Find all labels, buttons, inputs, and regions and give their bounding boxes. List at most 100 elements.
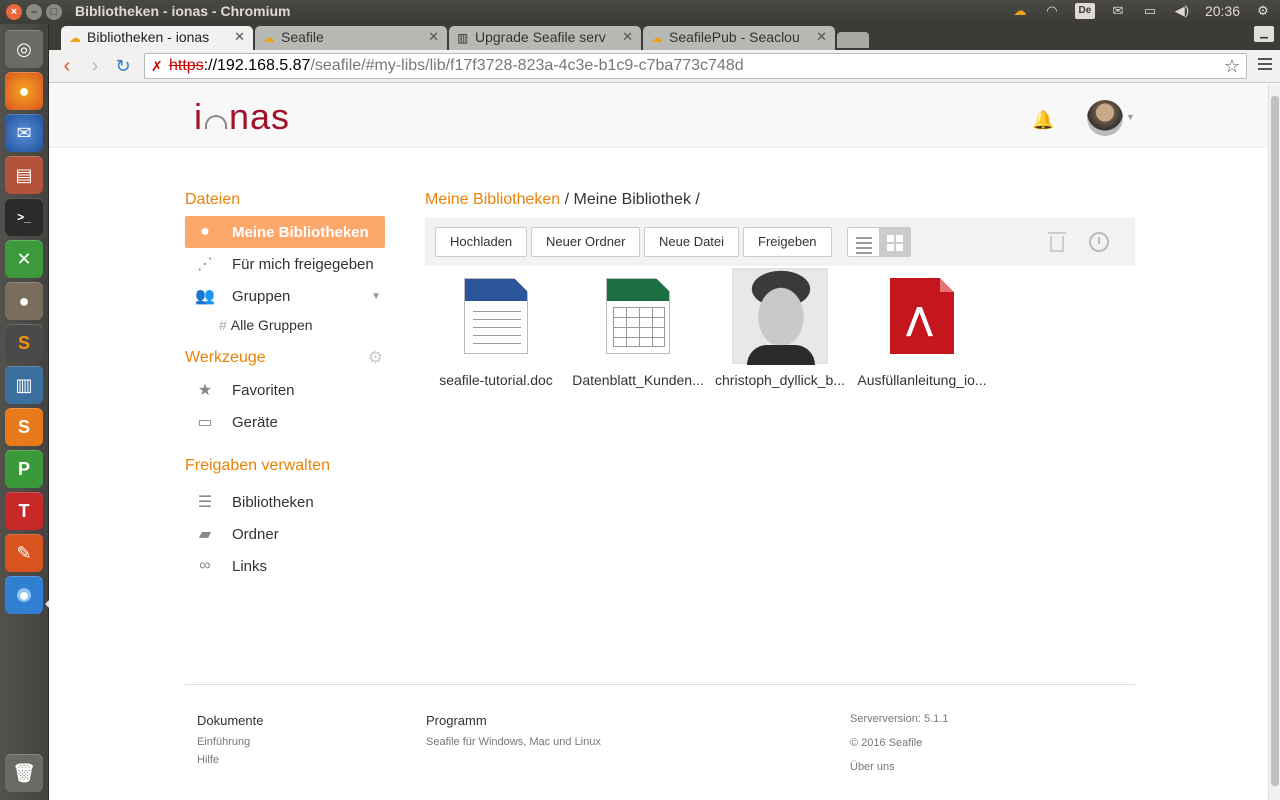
window-controls: × – □ (6, 4, 62, 20)
insecure-lock-icon[interactable]: ✗ (151, 58, 163, 75)
sidebar-heading-tools: Werkzeuge ⚙ (185, 342, 385, 374)
volume-icon[interactable]: ◀) (1173, 3, 1191, 19)
seafile-tray-icon[interactable]: ☁ (1011, 3, 1029, 19)
keyboard-layout-indicator[interactable]: De (1074, 3, 1095, 19)
file-name[interactable]: Ausfüllanleitung_io... (852, 372, 992, 388)
window-title: Bibliotheken - ionas - Chromium (75, 3, 291, 19)
back-button[interactable]: ‹ (55, 55, 79, 79)
xmind-icon[interactable]: ✕ (5, 240, 43, 278)
copyright: © 2016 Seafile (850, 737, 923, 749)
scrollbar-thumb[interactable] (1271, 96, 1279, 786)
spreadsheet-icon[interactable] (590, 268, 686, 364)
window-menu-icon[interactable]: ▁ (1254, 26, 1274, 42)
wifi-icon[interactable]: ◠ (1043, 3, 1061, 19)
tab-seafilepub[interactable]: ☁ SeafilePub - Seaclou ✕ (643, 26, 835, 50)
t-app-icon[interactable]: T (5, 492, 43, 530)
breadcrumb: Meine Bibliotheken / Meine Bibliothek / (425, 191, 700, 208)
new-file-button[interactable]: Neue Datei (644, 227, 740, 257)
page-viewport: i nas 🔔 ▼ Dateien ● Meine Bibliotheken ⋰ … (49, 84, 1268, 800)
sidebar-item-favorites[interactable]: ★ Favoriten (185, 374, 385, 406)
page-scrollbar[interactable] (1268, 84, 1280, 800)
sidebar-item-groups[interactable]: 👥 Gruppen ▼ (185, 280, 385, 312)
ionas-logo[interactable]: i nas (194, 96, 290, 138)
file-item-image[interactable]: christoph_dyllick_b... (710, 268, 850, 388)
close-tab-icon[interactable]: ✕ (234, 29, 245, 45)
tab-upgrade-seafile[interactable]: ▥ Upgrade Seafile serv ✕ (449, 26, 641, 50)
breadcrumb-root-link[interactable]: Meine Bibliotheken (425, 191, 560, 208)
software-center-icon[interactable]: S (5, 408, 43, 446)
footer-info-column: Serverversion: 5.1.1 © 2016 Seafile Über… (850, 713, 948, 779)
tab-bibliotheken[interactable]: ☁ Bibliotheken - ionas ✕ (61, 26, 253, 50)
seafile-favicon-icon: ☁ (263, 31, 275, 45)
gear-icon[interactable]: ⚙ (368, 342, 383, 374)
grid-view-toggle[interactable] (879, 227, 911, 257)
chevron-down-icon[interactable]: ▼ (371, 291, 381, 302)
window-minimize-button[interactable]: – (26, 4, 42, 20)
terminal-icon[interactable]: >_ (5, 198, 43, 236)
mail-icon[interactable]: ✉ (1109, 3, 1127, 19)
close-tab-icon[interactable]: ✕ (816, 29, 827, 45)
file-name[interactable]: christoph_dyllick_b... (710, 372, 850, 388)
browser-menu-icon[interactable] (1258, 58, 1272, 73)
system-top-panel: × – □ Bibliotheken - ionas - Chromium ☁ … (0, 0, 1280, 24)
system-monitor-icon[interactable]: ▥ (5, 366, 43, 404)
forward-button[interactable]: › (83, 55, 107, 79)
file-item-pdf[interactable]: ⋀ Ausfüllanleitung_io... (852, 268, 992, 388)
thunderbird-icon[interactable]: ✉ (5, 114, 43, 152)
files-manager-icon[interactable]: ▤ (5, 156, 43, 194)
window-maximize-button[interactable]: □ (46, 4, 62, 20)
user-avatar[interactable] (1087, 100, 1123, 136)
footer-link-intro[interactable]: Einführung (197, 736, 263, 748)
logo-arc (205, 115, 227, 129)
chevron-down-icon[interactable]: ▼ (1126, 112, 1135, 122)
clock[interactable]: 20:36 (1205, 3, 1240, 19)
photo-thumbnail[interactable] (732, 268, 828, 365)
chromium-icon[interactable]: ● (5, 576, 43, 614)
new-tab-button[interactable] (837, 32, 869, 48)
sidebar-item-share-libraries[interactable]: ☰ Bibliotheken (185, 486, 385, 518)
history-clock-icon[interactable] (1089, 232, 1109, 252)
file-name[interactable]: seafile-tutorial.doc (426, 372, 566, 388)
close-tab-icon[interactable]: ✕ (622, 29, 633, 45)
power-gear-icon[interactable]: ⚙ (1254, 3, 1272, 19)
sidebar-item-share-folders[interactable]: ▰ Ordner (185, 518, 385, 550)
pdf-icon[interactable]: ⋀ (874, 268, 970, 364)
reload-button[interactable]: ↻ (111, 55, 135, 79)
footer-link-clients[interactable]: Seafile für Windows, Mac und Linux (426, 736, 601, 748)
file-name[interactable]: Datenblatt_Kunden... (568, 372, 708, 388)
close-tab-icon[interactable]: ✕ (428, 29, 439, 45)
window-close-button[interactable]: × (6, 4, 22, 20)
footer-link-about[interactable]: Über uns (850, 761, 948, 773)
trash-icon[interactable]: 🗑 (5, 754, 43, 792)
sidebar-item-shared-with-me[interactable]: ⋰ Für mich freigegeben (185, 248, 385, 280)
file-item-xls[interactable]: Datenblatt_Kunden... (568, 268, 708, 388)
sidebar-item-share-links[interactable]: ∞ Links (185, 550, 385, 582)
trash-icon[interactable] (1048, 232, 1066, 252)
tab-strip: ☁ Bibliotheken - ionas ✕ ☁ Seafile ✕ ▥ Upgr… (49, 24, 1280, 50)
bookmark-star-icon[interactable]: ☆ (1224, 56, 1240, 77)
notification-bell-icon[interactable]: 🔔 (1032, 110, 1054, 131)
footer-link-help[interactable]: Hilfe (197, 754, 263, 766)
sublime-text-icon[interactable]: S (5, 324, 43, 362)
gimp-icon[interactable]: ● (5, 282, 43, 320)
footer-program-heading: Programm (426, 713, 487, 728)
site-header: i nas 🔔 ▼ (49, 84, 1268, 148)
firefox-icon[interactable]: ● (5, 72, 43, 110)
tab-seafile[interactable]: ☁ Seafile ✕ (255, 26, 447, 50)
writer-tool-icon[interactable]: ✎ (5, 534, 43, 572)
new-folder-button[interactable]: Neuer Ordner (531, 227, 641, 257)
file-item-doc[interactable]: seafile-tutorial.doc (426, 268, 566, 388)
address-bar[interactable]: ✗ https://192.168.5.87/seafile/#my-libs/… (144, 53, 1247, 79)
star-icon: ★ (197, 382, 213, 399)
word-doc-icon[interactable] (448, 268, 544, 364)
dash-home-icon[interactable]: ◎ (5, 30, 43, 68)
sidebar-item-my-libraries[interactable]: ● Meine Bibliotheken (185, 216, 385, 248)
operations-bar: Hochladen Neuer Ordner Neue Datei Freige… (425, 218, 1135, 266)
share-button[interactable]: Freigeben (743, 227, 832, 257)
upload-button[interactable]: Hochladen (435, 227, 528, 257)
sidebar-item-all-groups[interactable]: # Alle Gruppen (185, 312, 385, 338)
list-view-toggle[interactable] (847, 227, 879, 257)
sidebar-item-devices[interactable]: ▭ Geräte (185, 406, 385, 438)
battery-icon[interactable]: ▭ (1141, 3, 1159, 19)
p-app-icon[interactable]: P (5, 450, 43, 488)
